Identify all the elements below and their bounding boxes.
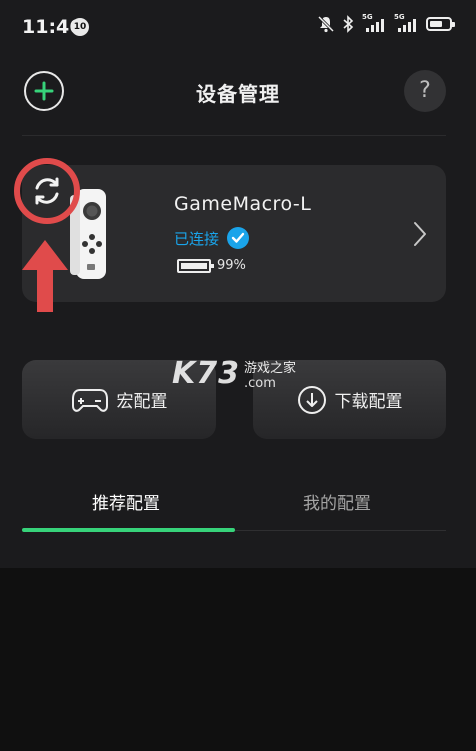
header-divider (22, 135, 446, 136)
connection-status-text: 已连接 (174, 229, 220, 248)
download-config-label: 下载配置 (334, 392, 403, 412)
status-bar: 11:46 10 5G 5G (0, 0, 476, 54)
watermark-big: K73 (172, 356, 240, 391)
active-tab-indicator (22, 528, 235, 532)
annotation-arrow-icon (22, 240, 68, 312)
device-battery-icon (177, 258, 214, 273)
help-button[interactable]: ? (404, 70, 446, 112)
empty-content-area (0, 568, 476, 751)
tab-recommended[interactable]: 推荐配置 (92, 489, 160, 514)
battery-icon (426, 17, 455, 31)
gamepad-icon (71, 388, 108, 412)
download-icon (297, 385, 326, 414)
macro-config-label: 宏配置 (116, 392, 168, 412)
watermark-logo: K73 游戏之家 .com (172, 356, 296, 391)
mute-icon (318, 15, 334, 33)
connection-status: 已连接 (174, 227, 250, 249)
check-icon (227, 227, 250, 249)
tab-my-configs[interactable]: 我的配置 (303, 489, 371, 514)
watermark-top: 游戏之家 (244, 360, 297, 376)
device-card[interactable]: GameMacro-L 已连接 99% (22, 165, 446, 302)
notification-badge: 10 (71, 18, 89, 36)
sync-icon[interactable] (30, 174, 64, 208)
bluetooth-icon (343, 15, 354, 33)
device-battery: 99% (177, 258, 246, 273)
app-screen: 11:46 10 5G 5G 设备管理 ? GameMacro-L 已连接 99… (0, 0, 476, 751)
watermark-bottom: .com (244, 375, 276, 391)
signal-sim2-icon: 5G (394, 13, 418, 34)
device-name: GameMacro-L (174, 193, 312, 215)
signal-sim1-icon: 5G (362, 13, 386, 34)
header: 设备管理 ? (0, 54, 476, 134)
chevron-right-icon[interactable] (412, 221, 428, 247)
status-icons: 5G 5G (318, 13, 455, 34)
device-battery-text: 99% (217, 258, 246, 273)
